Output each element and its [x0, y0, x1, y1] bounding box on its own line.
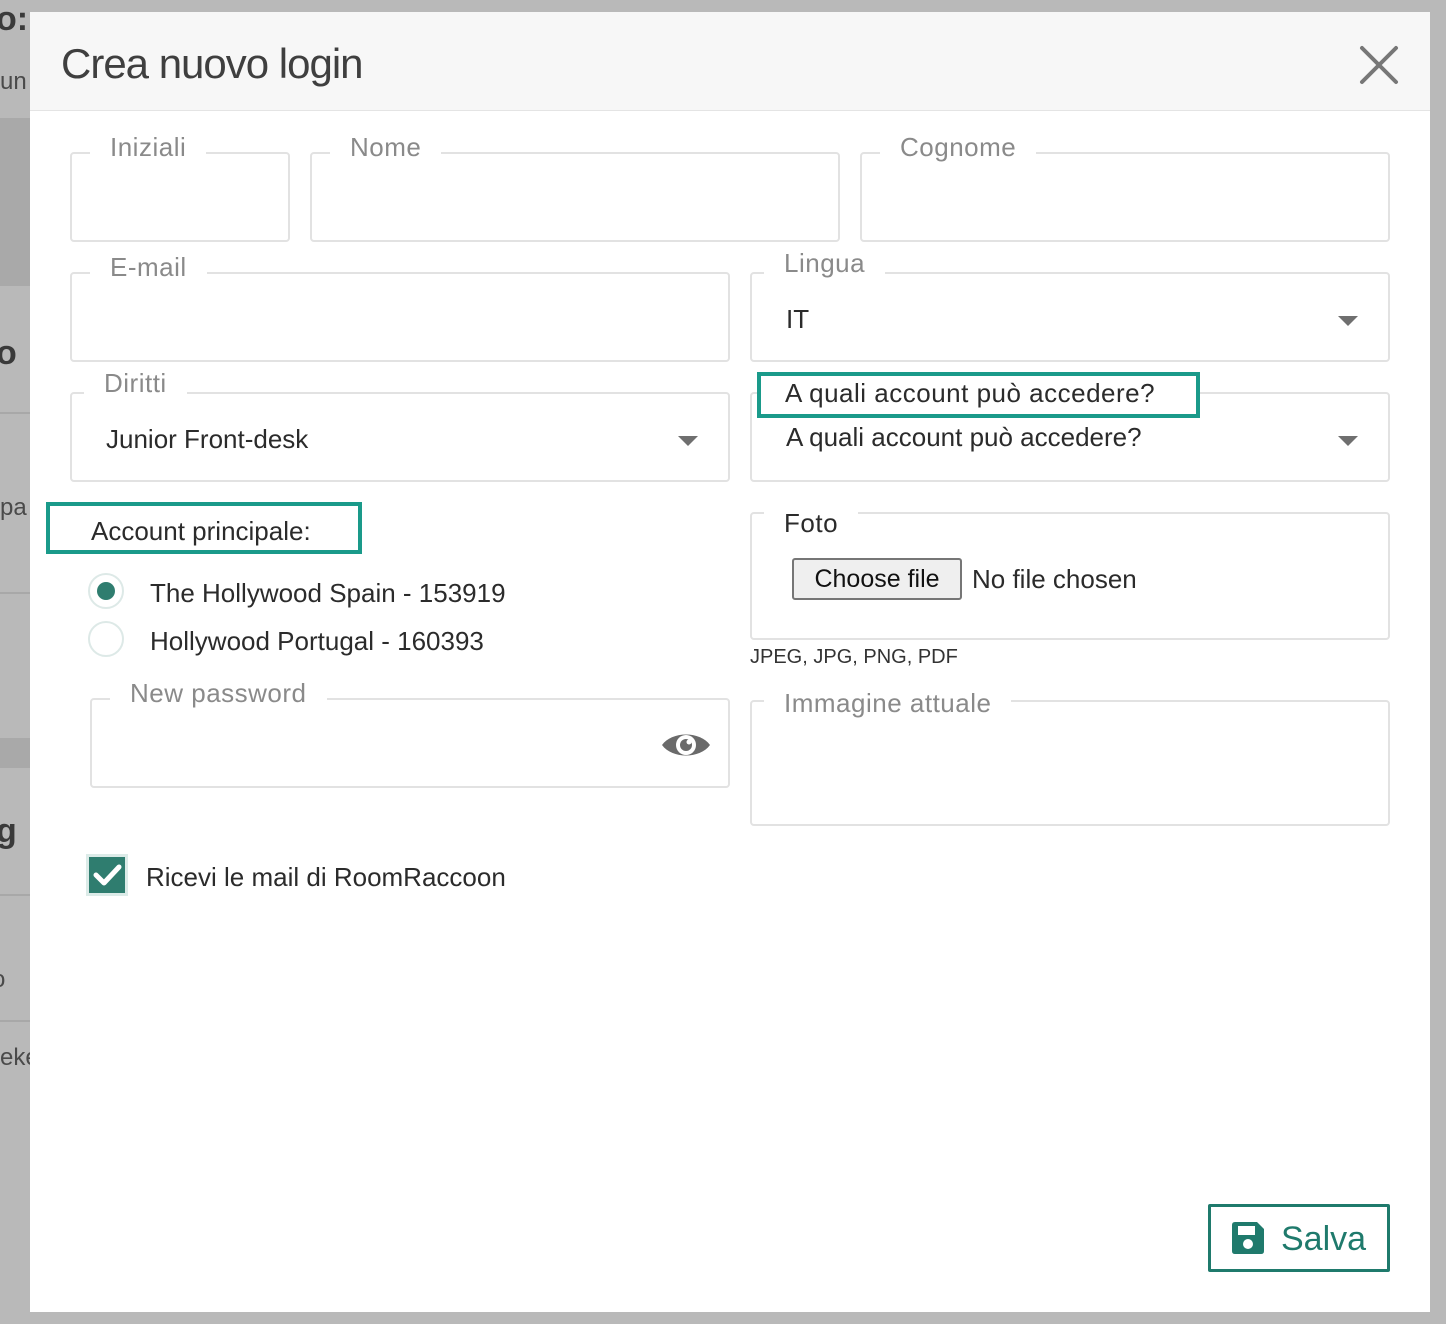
floppy-disk-icon	[1232, 1222, 1264, 1254]
close-button[interactable]	[1356, 42, 1402, 88]
first-name-field[interactable]: Nome	[310, 132, 840, 242]
chevron-down-icon	[1338, 436, 1358, 446]
background-divider	[0, 592, 30, 594]
main-account-radio-portugal[interactable]	[88, 621, 124, 657]
save-label: Salva	[1281, 1220, 1367, 1258]
background-text: o	[0, 334, 17, 372]
modal-header: Crea nuovo login	[30, 12, 1430, 111]
rights-select[interactable]: Diritti Junior Front-desk	[70, 368, 730, 482]
create-login-modal: Crea nuovo login Iniziali Nome Cognome E…	[30, 12, 1430, 1312]
new-password-field[interactable]: New password	[90, 678, 730, 788]
language-value: IT	[786, 304, 810, 334]
background-divider	[0, 412, 30, 414]
chevron-down-icon	[1338, 316, 1358, 326]
first-name-label: Nome	[330, 132, 442, 163]
background-divider	[0, 1020, 30, 1022]
background-text: pa	[0, 494, 27, 521]
file-status: No file chosen	[972, 564, 1137, 594]
background-text: o	[0, 966, 5, 994]
choose-file-button[interactable]: Choose file	[792, 558, 962, 600]
last-name-field[interactable]: Cognome	[860, 132, 1390, 242]
receive-emails-label: Ricevi le mail di RoomRaccoon	[146, 862, 506, 892]
background-text: o:	[0, 0, 29, 38]
photo-label: Foto	[764, 508, 859, 539]
background-divider	[0, 894, 30, 896]
receive-emails-checkbox[interactable]	[86, 854, 128, 896]
background-band	[0, 738, 30, 768]
email-label: E-mail	[90, 252, 207, 283]
main-account-radio-spain[interactable]	[88, 573, 124, 609]
last-name-label: Cognome	[880, 132, 1037, 163]
accounts-access-value: A quali account può accedere?	[786, 422, 1142, 452]
initials-field[interactable]: Iniziali	[70, 132, 290, 242]
background-text: un	[0, 68, 27, 95]
chevron-down-icon	[678, 436, 698, 446]
main-account-option-spain[interactable]: The Hollywood Spain - 153919	[150, 578, 506, 609]
background-text: g	[0, 812, 17, 850]
initials-label: Iniziali	[90, 132, 207, 163]
modal-title: Crea nuovo login	[61, 40, 364, 87]
current-image-field: Immagine attuale	[750, 688, 1390, 826]
new-password-label: New password	[110, 678, 327, 709]
accounts-access-label-highlight: A quali account può accedere?	[757, 372, 1200, 418]
main-account-label: Account principale:	[91, 516, 311, 546]
background-band	[0, 118, 30, 286]
save-button[interactable]: Salva	[1208, 1204, 1390, 1272]
current-image-label: Immagine attuale	[764, 688, 1012, 719]
eye-icon	[662, 734, 710, 756]
language-label: Lingua	[764, 248, 886, 279]
toggle-password-button[interactable]	[660, 728, 712, 762]
close-icon	[1360, 46, 1398, 84]
language-select[interactable]: Lingua IT	[750, 248, 1390, 362]
rights-label: Diritti	[84, 368, 187, 399]
main-account-option-portugal[interactable]: Hollywood Portugal - 160393	[150, 626, 484, 657]
main-account-label-highlight: Account principale:	[46, 502, 362, 554]
checkmark-icon	[93, 864, 122, 886]
email-field[interactable]: E-mail	[70, 252, 730, 362]
accepted-file-types: JPEG, JPG, PNG, PDF	[750, 646, 958, 668]
rights-value: Junior Front-desk	[106, 424, 309, 454]
accounts-access-label: A quali account può accedere?	[785, 378, 1156, 408]
